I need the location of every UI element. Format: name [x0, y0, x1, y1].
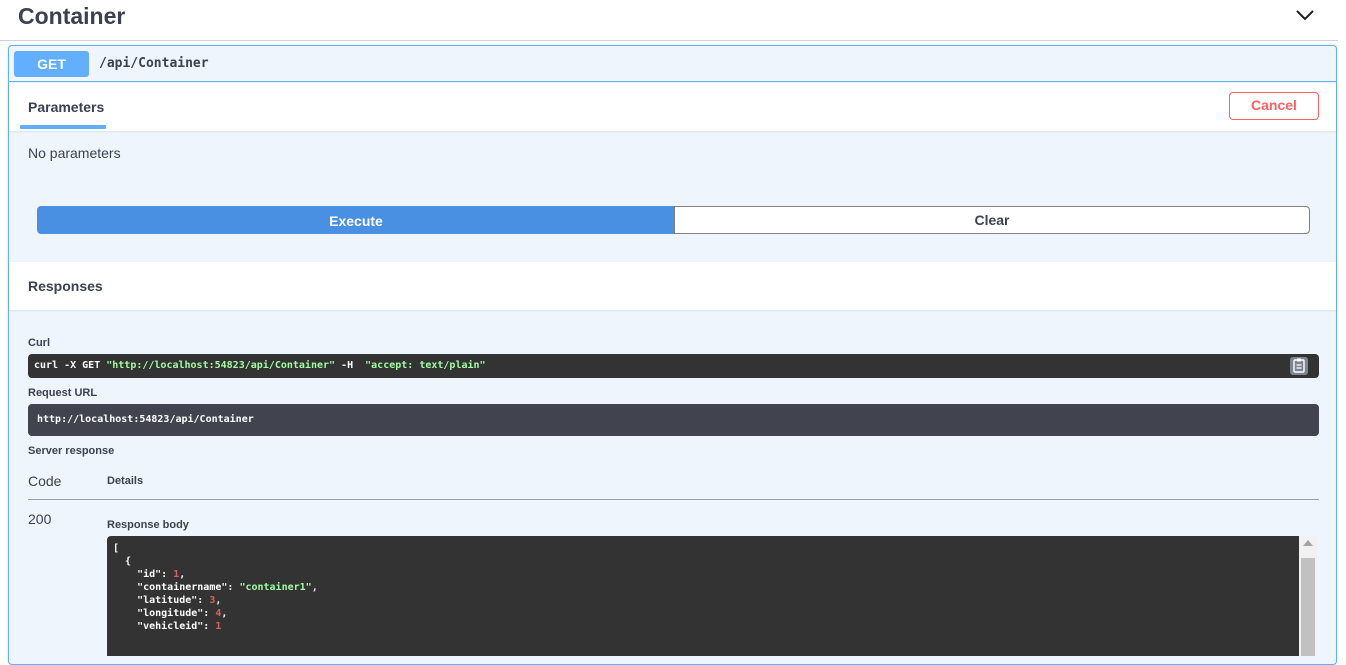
execute-wrapper: Execute Clear [37, 206, 1310, 234]
chevron-down-icon[interactable] [1294, 7, 1316, 23]
tab-parameters[interactable]: Parameters [28, 99, 104, 115]
table-divider [28, 499, 1319, 500]
responses-header: Responses [9, 262, 1336, 310]
json-open-brace: { [113, 556, 132, 567]
request-url-label: Request URL [28, 387, 98, 399]
json-separator: , [215, 595, 222, 606]
status-code: 200 [28, 511, 52, 527]
opblock-summary[interactable]: GET /api/Container [9, 46, 1336, 82]
json-line: "latitude": 3, [113, 595, 221, 606]
curl-cmd: curl -X GET [34, 360, 107, 371]
scroll-thumb[interactable] [1301, 558, 1315, 656]
curl-flag: -H [335, 360, 366, 371]
code-header: Code [28, 473, 62, 489]
json-value: "container1" [239, 582, 312, 593]
response-scrollbar[interactable] [1299, 536, 1317, 656]
curl-url: "http://localhost:54823/api/Container" [106, 360, 336, 371]
curl-label: Curl [28, 337, 50, 349]
responses-title: Responses [28, 278, 103, 294]
response-body-label: Response body [107, 519, 189, 531]
json-line: "containername": "container1", [113, 582, 318, 593]
json-key: "longitude": [113, 608, 216, 619]
json-separator: , [311, 582, 318, 593]
scroll-up-arrow-icon[interactable] [1303, 540, 1313, 546]
opblock-get-container: GET /api/Container Parameters Cancel No … [8, 45, 1337, 665]
tag-title: Container [18, 3, 126, 29]
json-line: "longitude": 4, [113, 608, 227, 619]
cancel-button[interactable]: Cancel [1229, 92, 1319, 120]
tab-active-indicator [20, 125, 106, 129]
parameters-header: Parameters Cancel [9, 83, 1336, 131]
json-separator: , [179, 569, 186, 580]
response-json: [ { "id": 1, "containername": "container… [113, 542, 318, 633]
json-key: "latitude": [113, 595, 210, 606]
json-line: "id": 1, [113, 569, 185, 580]
clear-button[interactable]: Clear [674, 206, 1310, 234]
tag-header[interactable]: Container [0, 0, 1338, 41]
server-response-label: Server response [28, 445, 115, 457]
json-open-bracket: [ [113, 543, 120, 554]
curl-header: "accept: text/plain" [365, 360, 486, 371]
json-value: 1 [215, 621, 222, 632]
request-url-box[interactable]: http://localhost:54823/api/Container [28, 404, 1319, 436]
execute-button[interactable]: Execute [37, 206, 675, 234]
request-url: http://localhost:54823/api/Container [37, 414, 254, 425]
clipboard-icon[interactable] [1290, 357, 1308, 375]
json-key: "containername": [113, 582, 240, 593]
operation-path: /api/Container [99, 56, 209, 71]
json-key: "vehicleid": [113, 621, 216, 632]
no-parameters-text: No parameters [28, 145, 121, 161]
response-body[interactable]: [ { "id": 1, "containername": "container… [107, 536, 1317, 656]
curl-command[interactable]: curl -X GET "http://localhost:54823/api/… [28, 354, 1319, 378]
method-badge: GET [14, 51, 89, 77]
json-line: "vehicleid": 1 [113, 621, 221, 632]
json-key: "id": [113, 569, 174, 580]
details-header: Details [107, 475, 144, 487]
json-separator: , [221, 608, 228, 619]
